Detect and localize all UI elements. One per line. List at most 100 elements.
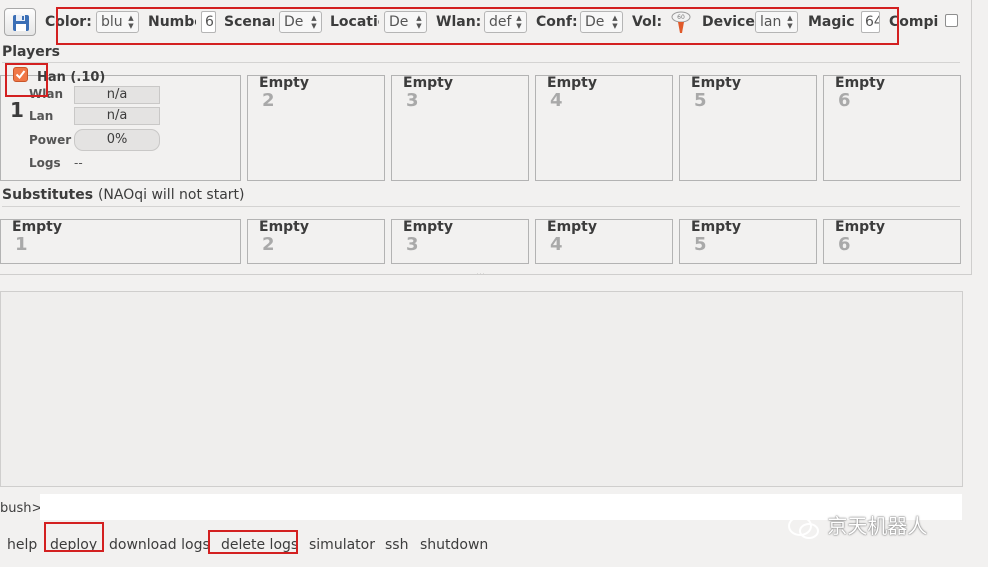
player-slot-5[interactable]: Empty 5: [679, 75, 817, 181]
player-slot-4[interactable]: Empty 4: [535, 75, 673, 181]
compile-label: Compil: [889, 14, 939, 30]
slot-title: Empty: [691, 219, 741, 235]
console-prompt: bush>: [0, 501, 43, 516]
slot-title: Empty: [12, 219, 62, 235]
substitute-slot-1[interactable]: Empty 1: [0, 219, 241, 264]
wechat-icon: [788, 515, 819, 539]
volume-knob-icon[interactable]: 60: [670, 10, 692, 34]
player-slot-6[interactable]: Empty 6: [823, 75, 961, 181]
watermark-text: 京天机器人: [827, 514, 928, 538]
slot-number: 6: [838, 90, 851, 111]
slot-number: 3: [406, 234, 419, 255]
location-label: Locatio: [330, 14, 379, 30]
slot-title: Empty: [403, 219, 453, 235]
slot-number: 1: [15, 234, 28, 255]
scenario-label: Scenar: [224, 14, 274, 30]
simulator-button[interactable]: simulator: [309, 537, 375, 553]
number-field[interactable]: 6: [201, 11, 216, 33]
substitute-slot-4[interactable]: Empty 4: [535, 219, 673, 264]
color-value: blu: [101, 14, 123, 30]
wlan-value: def: [489, 14, 512, 30]
scenario-value: De: [284, 14, 304, 30]
substitute-slot-5[interactable]: Empty 5: [679, 219, 817, 264]
slot-title: Empty: [547, 219, 597, 235]
substitutes-heading: Substitutes (NAOqi will not start): [2, 187, 244, 203]
magic-field[interactable]: 64: [861, 11, 880, 33]
pane-splitter-grip-icon[interactable]: ⋯: [476, 270, 485, 280]
player-slot-2[interactable]: Empty 2: [247, 75, 385, 181]
player-slot-1[interactable]: Han (.10) 1 Wlan n/a Lan n/a Power 0% Lo…: [0, 67, 241, 181]
power-label: Power: [29, 133, 72, 147]
slot-title: Empty: [835, 75, 885, 91]
logs-label: Logs: [29, 156, 61, 170]
conf-select[interactable]: De ▲ ▼: [580, 11, 623, 33]
number-value: 6: [205, 14, 214, 30]
robot-name: Han (.10): [37, 70, 106, 85]
slot-number: 3: [406, 90, 419, 111]
ssh-button[interactable]: ssh: [385, 537, 408, 553]
checkmark-icon: [15, 70, 26, 80]
wlan-status-value: n/a: [74, 86, 160, 104]
watermark: 京天机器人: [787, 510, 927, 541]
wlan-select[interactable]: def ▲ ▼: [484, 11, 527, 33]
spin-arrows-icon: ▲ ▼: [416, 14, 422, 30]
substitute-slot-2[interactable]: Empty 2: [247, 219, 385, 264]
location-value: De: [389, 14, 409, 30]
magic-label: Magic: [808, 14, 855, 30]
robot-player-number: 1: [10, 98, 24, 122]
lan-status-value: n/a: [74, 107, 160, 125]
download-logs-button[interactable]: download logs: [109, 537, 210, 553]
spin-arrows-icon: ▲ ▼: [787, 14, 793, 30]
scenario-select[interactable]: De ▲ ▼: [279, 11, 322, 33]
logs-value: --: [74, 156, 83, 170]
substitutes-divider: [2, 206, 960, 207]
lan-status-label: Lan: [29, 109, 54, 123]
number-label: Numbe: [148, 14, 196, 30]
compile-checkbox[interactable]: [945, 14, 958, 27]
save-button[interactable]: [4, 8, 36, 36]
player-slot-3[interactable]: Empty 3: [391, 75, 529, 181]
spin-arrows-icon: ▲ ▼: [311, 14, 317, 30]
color-select[interactable]: blu ▲ ▼: [96, 11, 139, 33]
location-select[interactable]: De ▲ ▼: [384, 11, 427, 33]
players-divider: [2, 62, 960, 63]
slot-title: Empty: [259, 75, 309, 91]
log-output-area[interactable]: [0, 291, 963, 487]
substitutes-note: (NAOqi will not start): [97, 187, 245, 203]
substitute-slot-3[interactable]: Empty 3: [391, 219, 529, 264]
shutdown-button[interactable]: shutdown: [420, 537, 488, 553]
toolbar: Color: blu ▲▼ Numbe 6 Scenar De ▲▼ Locat…: [0, 0, 972, 46]
slot-title: Empty: [835, 219, 885, 235]
deploy-button[interactable]: deploy: [50, 537, 97, 553]
slot-number: 4: [550, 234, 563, 255]
substitute-slot-6[interactable]: Empty 6: [823, 219, 961, 264]
substitutes-title: Substitutes: [2, 187, 94, 203]
device-value: lan: [760, 14, 782, 30]
spin-arrows-icon: ▲ ▼: [128, 14, 134, 30]
wlan-label: Wlan:: [436, 14, 482, 30]
slot-title: Empty: [403, 75, 453, 91]
spin-arrows-icon: ▲ ▼: [612, 14, 618, 30]
slot-number: 6: [838, 234, 851, 255]
delete-logs-button[interactable]: delete logs: [221, 537, 298, 553]
wlan-status-label: Wlan: [29, 87, 63, 101]
conf-value: De: [585, 14, 605, 30]
power-value: 0%: [74, 129, 160, 151]
device-label: Device: [702, 14, 755, 30]
slot-title: Empty: [547, 75, 597, 91]
device-select[interactable]: lan ▲ ▼: [755, 11, 798, 33]
magic-value: 64: [865, 14, 879, 30]
slot-title: Empty: [259, 219, 309, 235]
slot-number: 5: [694, 90, 707, 111]
floppy-disk-icon: [13, 15, 29, 31]
spin-arrows-icon: ▲ ▼: [516, 14, 522, 30]
help-button[interactable]: help: [7, 537, 37, 553]
players-heading: Players: [2, 44, 60, 60]
svg-text:60: 60: [677, 14, 685, 21]
splitter-grip-icon[interactable]: ⋮: [967, 242, 976, 252]
robot-enabled-checkbox[interactable]: [13, 67, 28, 82]
vol-label: Vol:: [632, 14, 663, 30]
slot-title: Empty: [691, 75, 741, 91]
slot-number: 2: [262, 90, 275, 111]
slot-number: 5: [694, 234, 707, 255]
